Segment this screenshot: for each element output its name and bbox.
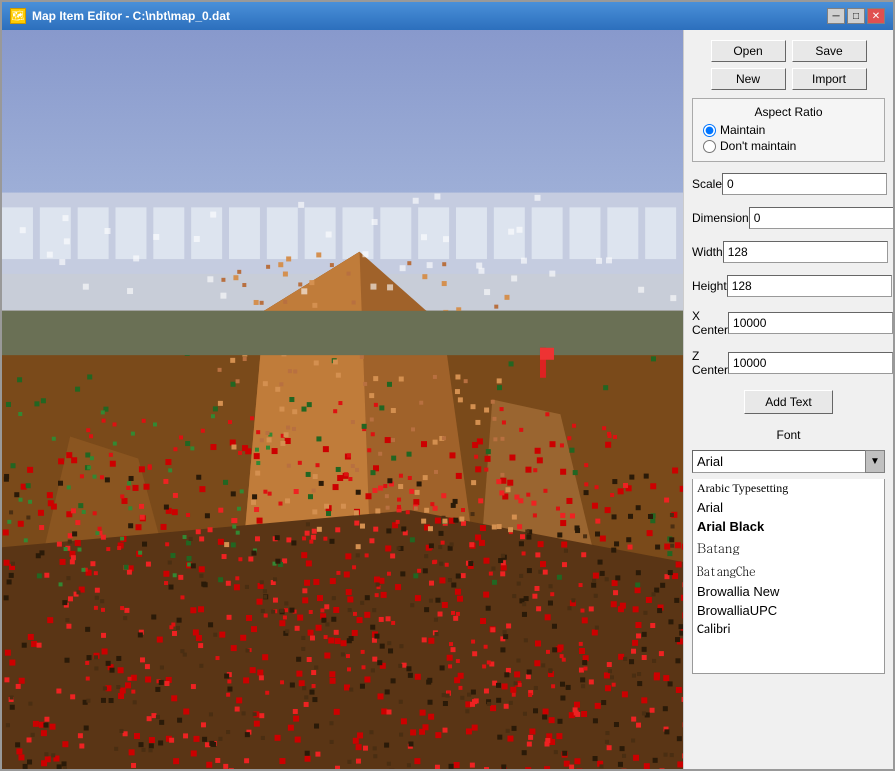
main-content: Open Save New Import Aspect Ratio Mainta… <box>2 30 893 769</box>
save-button[interactable]: Save <box>792 40 867 62</box>
dont-maintain-radio-row: Don't maintain <box>703 139 874 153</box>
height-input[interactable] <box>727 275 892 297</box>
minimize-button[interactable]: ─ <box>827 8 845 24</box>
dimension-label: Dimension <box>692 211 749 225</box>
map-canvas-area <box>2 30 683 769</box>
import-button[interactable]: Import <box>792 68 867 90</box>
zcenter-label: Z Center <box>692 349 728 377</box>
dimension-row: Dimension <box>692 207 885 229</box>
new-button[interactable]: New <box>711 68 786 90</box>
font-select-display[interactable]: Arial <box>692 450 885 473</box>
title-bar: 🗺 Map Item Editor - C:\nbt\map_0.dat ─ □… <box>2 2 893 30</box>
font-list-item[interactable]: Arial <box>693 498 884 517</box>
zcenter-row: Z Center <box>692 349 885 377</box>
xcenter-row: X Center <box>692 309 885 337</box>
open-save-row: Open Save <box>692 40 885 62</box>
height-row: Height <box>692 275 885 297</box>
scale-row: Scale <box>692 173 885 195</box>
font-select-wrapper: Arial ▼ <box>692 450 885 473</box>
window-controls: ─ □ ✕ <box>827 8 885 24</box>
dont-maintain-label: Don't maintain <box>720 139 796 153</box>
maintain-label: Maintain <box>720 123 765 137</box>
font-list-item[interactable]: Calibri <box>693 620 884 639</box>
dimension-input[interactable] <box>749 207 893 229</box>
close-button[interactable]: ✕ <box>867 8 885 24</box>
dont-maintain-radio[interactable] <box>703 140 716 153</box>
font-list-item[interactable]: Browallia New <box>693 582 884 601</box>
maximize-button[interactable]: □ <box>847 8 865 24</box>
height-label: Height <box>692 279 727 293</box>
maintain-radio[interactable] <box>703 124 716 137</box>
font-list-item[interactable]: Batang <box>693 536 884 559</box>
font-label: Font <box>692 428 885 442</box>
aspect-ratio-group: Aspect Ratio Maintain Don't maintain <box>692 98 885 162</box>
aspect-ratio-title: Aspect Ratio <box>703 105 874 119</box>
font-list-item[interactable]: Arial Black <box>693 517 884 536</box>
scale-input[interactable] <box>722 173 887 195</box>
font-list-item[interactable]: BrowalliaUPC <box>693 601 884 620</box>
font-list[interactable]: Arabic Typesetting Arial Arial Black Bat… <box>692 479 885 674</box>
width-row: Width <box>692 241 885 263</box>
xcenter-input[interactable] <box>728 312 893 334</box>
font-list-item[interactable]: BatangChe <box>693 559 884 582</box>
app-icon: 🗺 <box>10 8 26 24</box>
maintain-radio-row: Maintain <box>703 123 874 137</box>
main-window: 🗺 Map Item Editor - C:\nbt\map_0.dat ─ □… <box>0 0 895 771</box>
window-title: Map Item Editor - C:\nbt\map_0.dat <box>32 9 230 23</box>
xcenter-label: X Center <box>692 309 728 337</box>
map-canvas <box>2 30 683 769</box>
right-panel: Open Save New Import Aspect Ratio Mainta… <box>683 30 893 769</box>
width-label: Width <box>692 245 723 259</box>
open-button[interactable]: Open <box>711 40 786 62</box>
font-list-item[interactable]: Arabic Typesetting <box>693 479 884 498</box>
font-dropdown-arrow[interactable]: ▼ <box>865 450 885 473</box>
title-bar-left: 🗺 Map Item Editor - C:\nbt\map_0.dat <box>10 8 230 24</box>
width-input[interactable] <box>723 241 888 263</box>
font-selected-text: Arial <box>697 454 723 469</box>
add-text-button[interactable]: Add Text <box>744 390 832 414</box>
scale-label: Scale <box>692 177 722 191</box>
zcenter-input[interactable] <box>728 352 893 374</box>
new-import-row: New Import <box>692 68 885 90</box>
